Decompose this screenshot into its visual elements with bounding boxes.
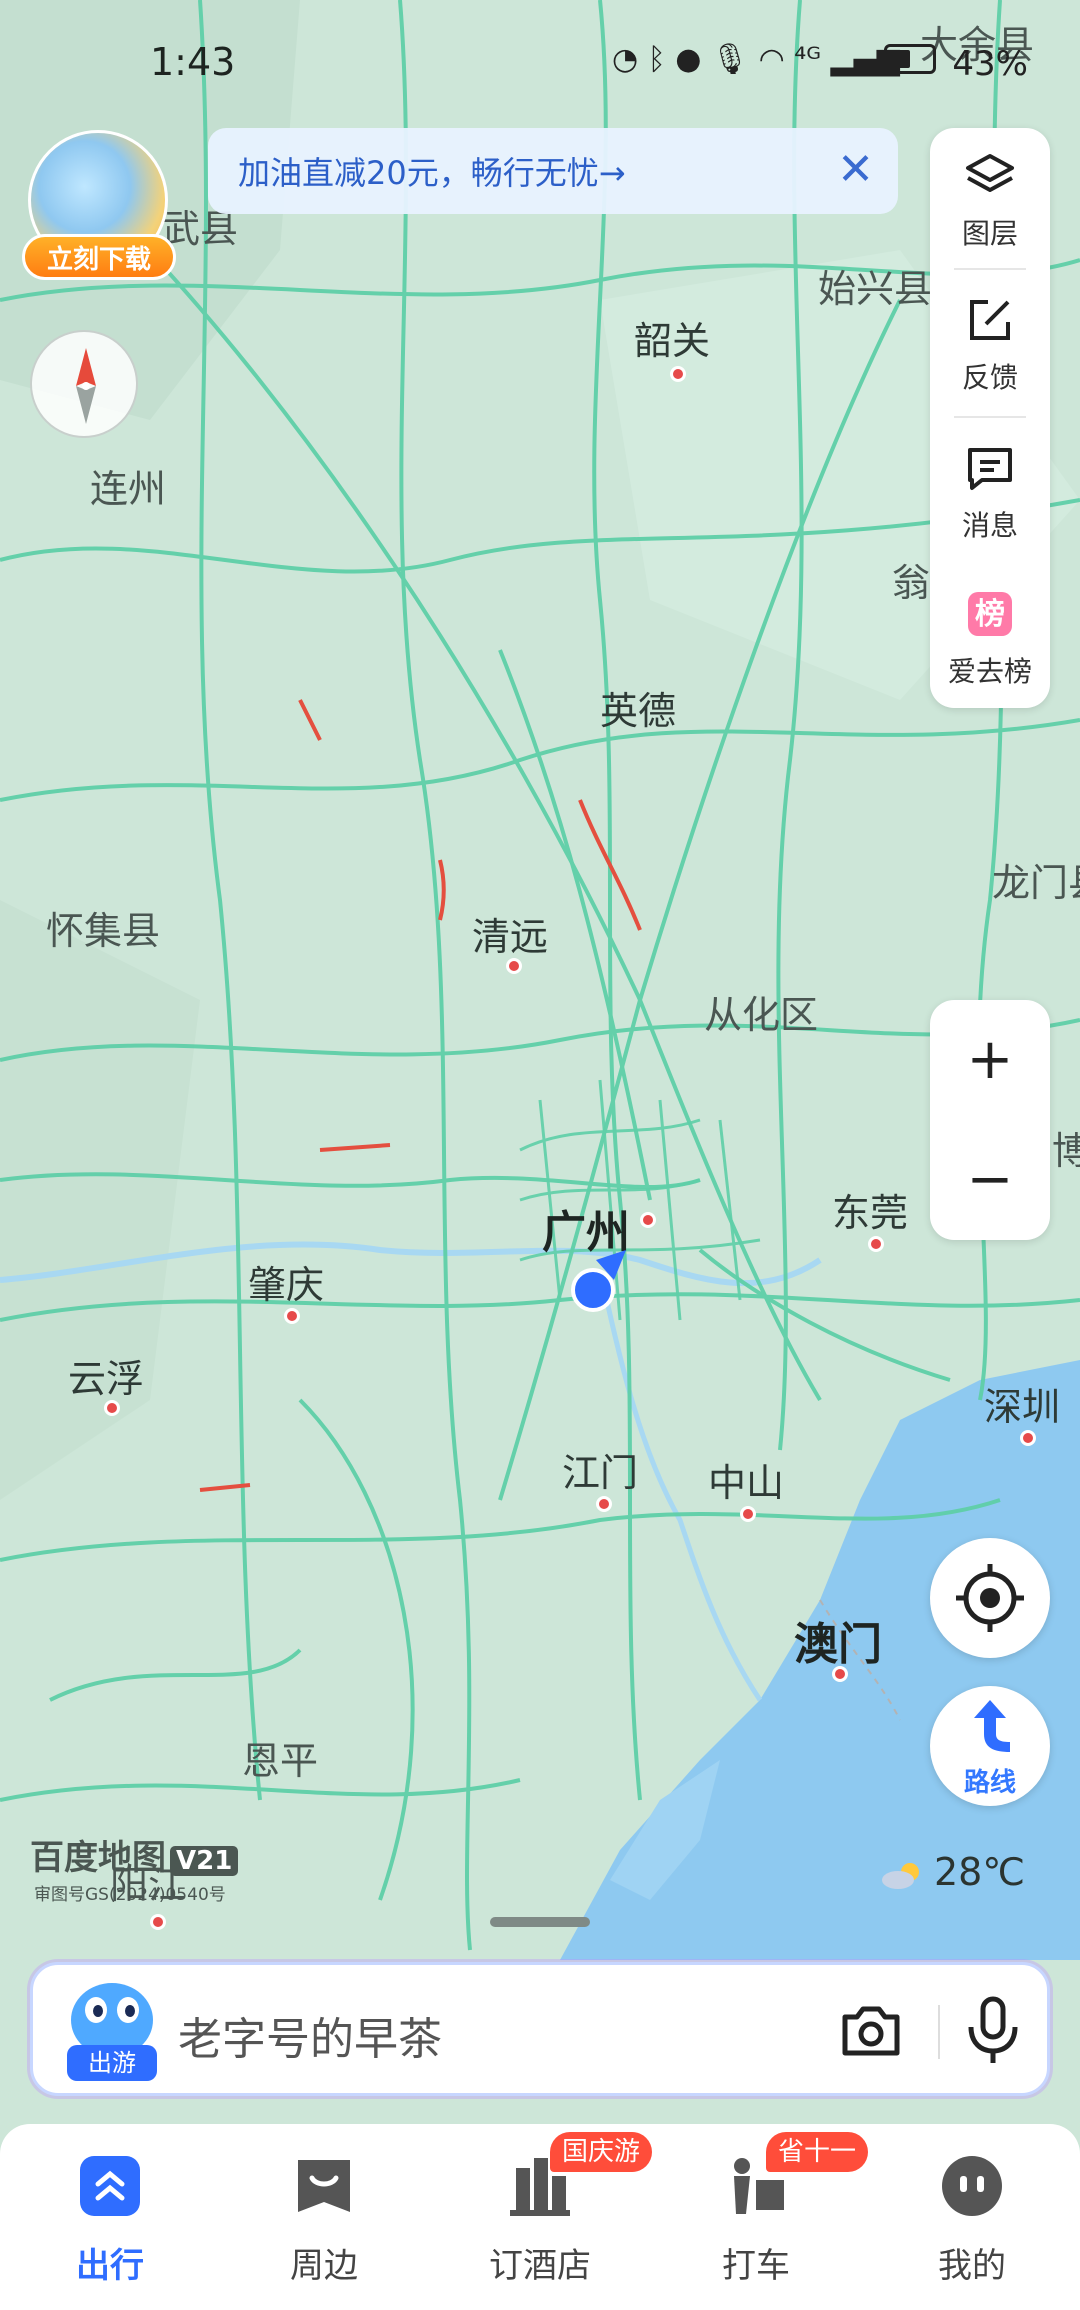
tab-label: 订酒店 xyxy=(489,2246,591,2286)
city-label: 英德 xyxy=(600,689,677,733)
compass-icon[interactable] xyxy=(30,330,138,438)
divider xyxy=(954,416,1026,418)
feedback-icon xyxy=(970,300,1010,340)
city-label: 翁 xyxy=(892,561,931,605)
promo-download-badge[interactable]: 立刻下载 xyxy=(22,130,176,280)
city-marker xyxy=(506,958,522,974)
city-marker xyxy=(1020,1430,1036,1446)
layers-label: 图层 xyxy=(961,217,1018,250)
divider xyxy=(938,2005,940,2059)
travel-assistant-avatar[interactable]: 出游 xyxy=(67,1983,157,2081)
crosshair-icon xyxy=(956,1564,1024,1632)
profile-icon xyxy=(942,2156,1002,2216)
city-label: 恩平 xyxy=(242,1739,319,1783)
message-icon xyxy=(968,448,1012,490)
city-label: 东莞 xyxy=(832,1191,909,1235)
route-label: 路线 xyxy=(963,1768,1016,1798)
weather-widget[interactable]: 28℃ xyxy=(880,1850,1025,1894)
close-icon[interactable]: ✕ xyxy=(837,142,874,198)
taxi-icon xyxy=(734,2158,784,2214)
city-marker xyxy=(740,1506,756,1522)
status-icons: ◔ ᛒ ● 🎙 ◠ ⁴ᴳ ▂▄▆ xyxy=(612,42,900,77)
search-input[interactable]: 老字号的早茶 xyxy=(178,2003,442,2067)
feedback-label: 反馈 xyxy=(961,361,1018,394)
ranking-icon: 榜 xyxy=(968,592,1012,636)
bottom-tab-bar: 出行 周边 国庆游 订酒店 省十一 打车 我的 xyxy=(0,2124,1080,2310)
tab-label: 打车 xyxy=(722,2246,790,2286)
city-label: 怀集县 xyxy=(46,909,161,953)
tab-nearby[interactable]: 周边 xyxy=(244,2154,404,2294)
battery-level: 43% xyxy=(952,44,1028,84)
camera-icon[interactable] xyxy=(839,2001,903,2061)
city-marker xyxy=(670,366,686,382)
tab-profile[interactable]: 我的 xyxy=(892,2154,1052,2294)
banner-text: 加油直减20元，畅行无忧→ xyxy=(238,154,626,192)
city-marker xyxy=(150,1914,166,1930)
nearby-icon xyxy=(298,2160,350,2212)
map-logo-version: V21 xyxy=(170,1846,239,1876)
tab-travel[interactable]: 出行 xyxy=(30,2154,190,2294)
search-bar[interactable]: 出游 老字号的早茶 xyxy=(30,1962,1050,2096)
temperature: 28℃ xyxy=(934,1850,1026,1894)
tab-taxi[interactable]: 省十一 打车 xyxy=(676,2132,869,2294)
city-label: 连州 xyxy=(90,467,167,511)
partly-cloudy-icon xyxy=(882,1862,919,1889)
city-label: 澳门 xyxy=(794,1619,882,1670)
city-marker xyxy=(832,1666,848,1682)
microphone-icon[interactable] xyxy=(961,1995,1025,2067)
city-label: 中山 xyxy=(708,1461,785,1505)
ranking-label: 爱去榜 xyxy=(947,655,1032,688)
map-approval-number: 审图号GS(2024)0540号 xyxy=(34,1885,226,1905)
city-label: 清远 xyxy=(472,915,549,959)
battery-icon xyxy=(884,44,936,74)
map-tools-panel: 图层 反馈 消息 榜 爱去榜 xyxy=(930,128,1050,708)
travel-icon xyxy=(80,2156,140,2216)
city-label: 从化区 xyxy=(704,993,819,1037)
current-location-marker xyxy=(571,1250,626,1312)
city-marker xyxy=(596,1496,612,1512)
layers-button[interactable]: 图层 xyxy=(930,128,1050,268)
divider xyxy=(954,268,1026,270)
tab-label: 出行 xyxy=(76,2246,144,2286)
map-logo: 百度地图 V21 xyxy=(30,1830,239,1879)
status-bar: 1:43 ◔ ᛒ ● 🎙 ◠ ⁴ᴳ ▂▄▆ 43% xyxy=(0,40,1080,90)
city-marker xyxy=(640,1212,656,1228)
city-label: 江门 xyxy=(562,1451,639,1495)
messages-button[interactable]: 消息 xyxy=(930,420,1050,560)
promo-download-label: 立刻下载 xyxy=(22,234,176,280)
city-marker xyxy=(868,1236,884,1252)
city-label: 龙门县 xyxy=(992,861,1080,905)
layers-icon xyxy=(966,154,1014,192)
city-label: 肇庆 xyxy=(248,1263,325,1307)
route-button[interactable]: 路线 xyxy=(930,1686,1050,1806)
assistant-tag: 出游 xyxy=(67,2045,157,2081)
status-time: 1:43 xyxy=(150,40,236,84)
city-label: 始兴县 xyxy=(818,267,933,311)
tab-label: 我的 xyxy=(938,2246,1006,2286)
locate-me-button[interactable] xyxy=(930,1538,1050,1658)
zoom-in-button[interactable]: + xyxy=(930,1000,1050,1120)
feedback-button[interactable]: 反馈 xyxy=(930,272,1050,412)
zoom-controls: + − xyxy=(930,1000,1050,1240)
drag-handle[interactable] xyxy=(490,1917,590,1927)
hotel-icon xyxy=(510,2158,570,2216)
city-label: 博 xyxy=(1052,1129,1080,1173)
city-label: 韶关 xyxy=(634,319,711,363)
map-logo-text: 百度地图 xyxy=(30,1838,166,1878)
city-marker xyxy=(104,1400,120,1416)
svg-text:榜: 榜 xyxy=(975,597,1005,632)
tab-label: 周边 xyxy=(290,2246,358,2286)
messages-label: 消息 xyxy=(961,509,1018,542)
city-marker xyxy=(284,1308,300,1324)
fuel-promo-banner[interactable]: 加油直减20元，畅行无忧→ ✕ xyxy=(208,128,898,214)
zoom-out-button[interactable]: − xyxy=(930,1120,1050,1240)
route-arrow-icon xyxy=(974,1700,1010,1752)
city-label: 深圳 xyxy=(984,1385,1061,1429)
city-label: 云浮 xyxy=(68,1357,145,1401)
tab-hotel[interactable]: 国庆游 订酒店 xyxy=(460,2132,653,2294)
ranking-button[interactable]: 榜 爱去榜 xyxy=(930,566,1050,706)
